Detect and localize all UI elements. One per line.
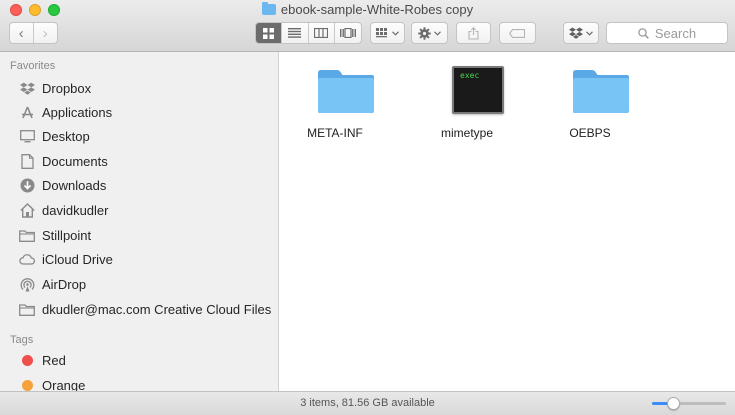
chevron-down-icon [586, 30, 593, 36]
sidebar-item-label: Downloads [42, 177, 107, 193]
list-icon [288, 28, 302, 38]
list-view-button[interactable] [282, 23, 309, 43]
file-browser-content: META-INF exec mimetype OEBPS [280, 52, 735, 391]
desktop-icon [19, 128, 35, 144]
sidebar: Favorites Dropbox Applications Desktop D… [0, 52, 279, 391]
cover-flow-view-button[interactable] [335, 23, 361, 43]
dropbox-icon [569, 27, 583, 39]
file-name: OEBPS [569, 126, 611, 140]
folder-icon [19, 301, 35, 317]
folder-icon [573, 70, 629, 113]
sidebar-item-label: Orange [42, 377, 86, 392]
edit-tags-button[interactable] [499, 22, 536, 44]
file-item-oebps[interactable]: OEBPS [535, 66, 645, 146]
finder-window: ebook-sample-White-Robes copy ‹ › Search… [0, 0, 735, 415]
sidebar-item-icloud-drive[interactable]: iCloud Drive [0, 248, 278, 270]
search-field[interactable]: Search [606, 22, 728, 44]
sidebar-item-label: Red [42, 352, 66, 368]
airdrop-icon [19, 276, 35, 292]
sidebar-item-label: Documents [42, 153, 108, 169]
dropbox-menu-button[interactable] [563, 22, 599, 44]
sidebar-item-stillpoint[interactable]: Stillpoint [0, 224, 278, 246]
folder-icon [318, 70, 374, 113]
sidebar-item-label: AirDrop [42, 276, 87, 292]
file-item-mimetype[interactable]: exec mimetype [412, 66, 522, 146]
home-icon [19, 202, 35, 218]
sidebar-item-home[interactable]: davidkudler [0, 199, 278, 221]
sidebar-item-label: Desktop [42, 128, 90, 144]
downloads-icon [19, 177, 35, 193]
sidebar-item-desktop[interactable]: Desktop [0, 125, 278, 147]
cover-flow-icon [339, 28, 356, 38]
search-icon [638, 27, 649, 39]
file-item-meta-inf[interactable]: META-INF [280, 66, 390, 146]
file-name: META-INF [307, 126, 363, 140]
sidebar-item-dropbox[interactable]: Dropbox [0, 77, 278, 99]
chevron-left-icon: ‹ [18, 24, 24, 42]
status-text: 3 items, 81.56 GB available [300, 397, 435, 409]
orange-tag-dot-icon [22, 379, 33, 391]
window-title-text: ebook-sample-White-Robes copy [280, 2, 474, 17]
sidebar-item-downloads[interactable]: Downloads [0, 174, 278, 196]
icon-grid-icon [263, 27, 275, 39]
sidebar-item-label: dkudler@mac.com Creative Cloud Files [42, 301, 272, 317]
sidebar-tag-orange[interactable]: Orange [0, 374, 278, 392]
back-forward-group: ‹ › [9, 22, 58, 44]
file-name: mimetype [440, 126, 493, 140]
toolbar: ebook-sample-White-Robes copy ‹ › Search [0, 0, 735, 52]
gear-icon [418, 26, 431, 40]
sidebar-item-applications[interactable]: Applications [0, 101, 278, 123]
view-mode-group [255, 22, 362, 44]
sidebar-item-label: Stillpoint [42, 227, 92, 243]
sidebar-item-label: Applications [42, 104, 113, 120]
sidebar-item-documents[interactable]: Documents [0, 150, 278, 172]
columns-icon [314, 28, 329, 38]
sidebar-item-label: Dropbox [42, 80, 92, 96]
icon-size-slider[interactable] [652, 397, 726, 410]
applications-icon [19, 104, 35, 120]
back-button[interactable]: ‹ [10, 23, 34, 43]
terminal-exec-icon: exec [452, 66, 504, 114]
share-icon [468, 26, 479, 40]
forward-button[interactable]: › [34, 23, 57, 43]
folder-icon [19, 227, 35, 243]
search-placeholder: Search [654, 25, 697, 41]
sidebar-item-label: davidkudler [42, 202, 109, 218]
favorites-section-title: Favorites [10, 60, 56, 72]
window-title: ebook-sample-White-Robes copy [0, 2, 735, 18]
arrange-grid-icon [376, 28, 387, 38]
red-tag-dot-icon [22, 354, 33, 366]
documents-icon [19, 153, 35, 169]
sidebar-tag-red[interactable]: Red [0, 349, 278, 371]
sidebar-item-creative-cloud[interactable]: dkudler@mac.com Creative Cloud Files [0, 298, 278, 320]
chevron-down-icon [392, 30, 399, 36]
tags-section-title: Tags [10, 334, 34, 346]
share-button[interactable] [456, 22, 491, 44]
chevron-down-icon [434, 30, 441, 36]
status-bar: 3 items, 81.56 GB available [0, 391, 735, 415]
cloud-icon [19, 251, 35, 267]
exec-badge: exec [460, 71, 480, 80]
folder-icon [261, 2, 276, 15]
column-view-button[interactable] [309, 23, 335, 43]
dropbox-icon [19, 80, 35, 96]
sidebar-item-airdrop[interactable]: AirDrop [0, 273, 278, 295]
icon-view-button[interactable] [256, 23, 283, 43]
sidebar-item-label: iCloud Drive [42, 251, 113, 267]
arrange-button[interactable] [370, 22, 405, 44]
action-button[interactable] [411, 22, 448, 44]
tag-icon [509, 28, 526, 38]
chevron-right-icon: › [42, 24, 48, 42]
